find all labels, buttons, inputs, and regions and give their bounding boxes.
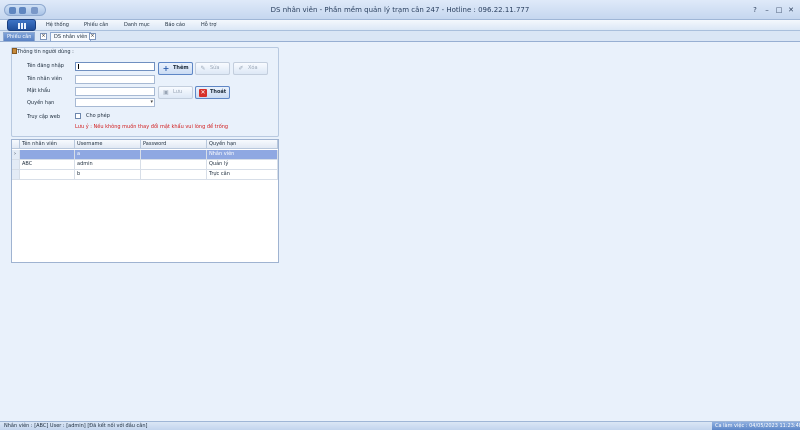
chevron-down-icon[interactable]: ▾ <box>150 99 153 106</box>
cell-role[interactable]: Trực cân <box>207 170 278 179</box>
web-access-checkbox-label[interactable]: Cho phép <box>86 113 110 119</box>
cell-password[interactable] <box>141 150 207 159</box>
ribbon-tab-bar <box>0 20 800 31</box>
employee-name-label: Tên nhân viên <box>27 76 62 82</box>
username-label: Tên đăng nhập <box>27 63 64 69</box>
plus-icon: + <box>162 64 170 73</box>
column-header-password[interactable]: Password <box>141 140 207 149</box>
exit-button[interactable]: ✕ Thoát <box>195 86 230 99</box>
group-title: Thông tin người dùng : <box>17 49 76 55</box>
app-menu-icon <box>18 23 26 29</box>
doc-tab-ds-nhan-vien[interactable]: DS nhân viên <box>50 32 92 41</box>
column-header-username[interactable]: Username <box>75 140 141 149</box>
doc-tab-phieu-can[interactable]: Phiếu cân <box>3 32 36 41</box>
application-menu-button[interactable] <box>7 19 36 31</box>
ribbon-tab-phieu-can[interactable]: Phiếu cân <box>84 22 108 28</box>
cell-password[interactable] <box>141 160 207 169</box>
cell-role[interactable]: Nhân viên <box>207 150 278 159</box>
role-select[interactable]: ▾ <box>75 98 155 107</box>
table-row[interactable]: ABC admin Quản lý <box>12 160 278 170</box>
save-icon: ▣ <box>163 89 169 96</box>
close-icon: ✕ <box>199 89 207 97</box>
close-window-button[interactable]: ✕ <box>786 5 796 15</box>
document-tab-strip <box>0 31 800 42</box>
maximize-button[interactable]: □ <box>774 5 784 15</box>
ribbon-tab-bao-cao[interactable]: Báo cáo <box>165 22 185 28</box>
window-title: DS nhân viên - Phần mềm quản lý trạm cân… <box>270 6 530 14</box>
role-label: Quyền hạn <box>27 100 55 106</box>
table-row[interactable]: b Trực cân <box>12 170 278 180</box>
add-button[interactable]: + Thêm <box>158 62 193 75</box>
password-note: Lưu ý : Nếu không muốn thay đổi mật khẩu… <box>75 124 229 130</box>
cell-name[interactable]: ABC <box>20 160 75 169</box>
eraser-icon: ✐ <box>238 65 244 72</box>
delete-button[interactable]: ✐ Xóa <box>233 62 268 75</box>
pencil-icon: ✎ <box>200 65 206 72</box>
cell-username[interactable]: a <box>75 150 141 159</box>
password-input[interactable] <box>75 87 155 96</box>
close-tab-icon[interactable]: × <box>40 33 47 40</box>
ribbon-tab-he-thong[interactable]: Hệ thống <box>46 22 69 28</box>
web-access-checkbox[interactable] <box>75 113 81 119</box>
edit-button[interactable]: ✎ Sửa <box>195 62 230 75</box>
cell-role[interactable]: Quản lý <box>207 160 278 169</box>
ribbon-tab-ho-tro[interactable]: Hỗ trợ <box>201 22 216 28</box>
grid-corner <box>12 140 20 149</box>
cell-username[interactable]: b <box>75 170 141 179</box>
minimize-button[interactable]: – <box>762 5 772 15</box>
employee-grid[interactable]: Tên nhân viên Username Password Quyền hạ… <box>11 139 279 263</box>
password-label: Mật khẩu <box>27 88 51 94</box>
shift-status: Ca làm việc : 04/05/2023 11:23:48 <box>712 422 800 430</box>
column-header-name[interactable]: Tên nhân viên <box>20 140 75 149</box>
cell-password[interactable] <box>141 170 207 179</box>
web-access-label: Truy cập web <box>27 114 61 120</box>
row-indicator: › <box>12 150 20 159</box>
row-indicator <box>12 160 20 169</box>
table-row[interactable]: › a Nhân viên <box>12 150 278 160</box>
row-indicator <box>12 170 20 179</box>
status-text: Nhân viên : [ABC] User : [admin] [Đã kết… <box>4 423 148 429</box>
help-icon[interactable]: ? <box>750 5 760 15</box>
cell-username[interactable]: admin <box>75 160 141 169</box>
text-caret <box>78 64 79 69</box>
column-header-role[interactable]: Quyền hạn <box>207 140 278 149</box>
cell-name[interactable] <box>20 150 75 159</box>
close-tab-icon[interactable]: × <box>89 33 96 40</box>
ribbon-tab-danh-muc[interactable]: Danh mục <box>124 22 150 28</box>
cell-name[interactable] <box>20 170 75 179</box>
username-input[interactable] <box>75 62 155 71</box>
employee-name-input[interactable] <box>75 75 155 84</box>
save-button[interactable]: ▣ Lưu <box>158 86 193 99</box>
